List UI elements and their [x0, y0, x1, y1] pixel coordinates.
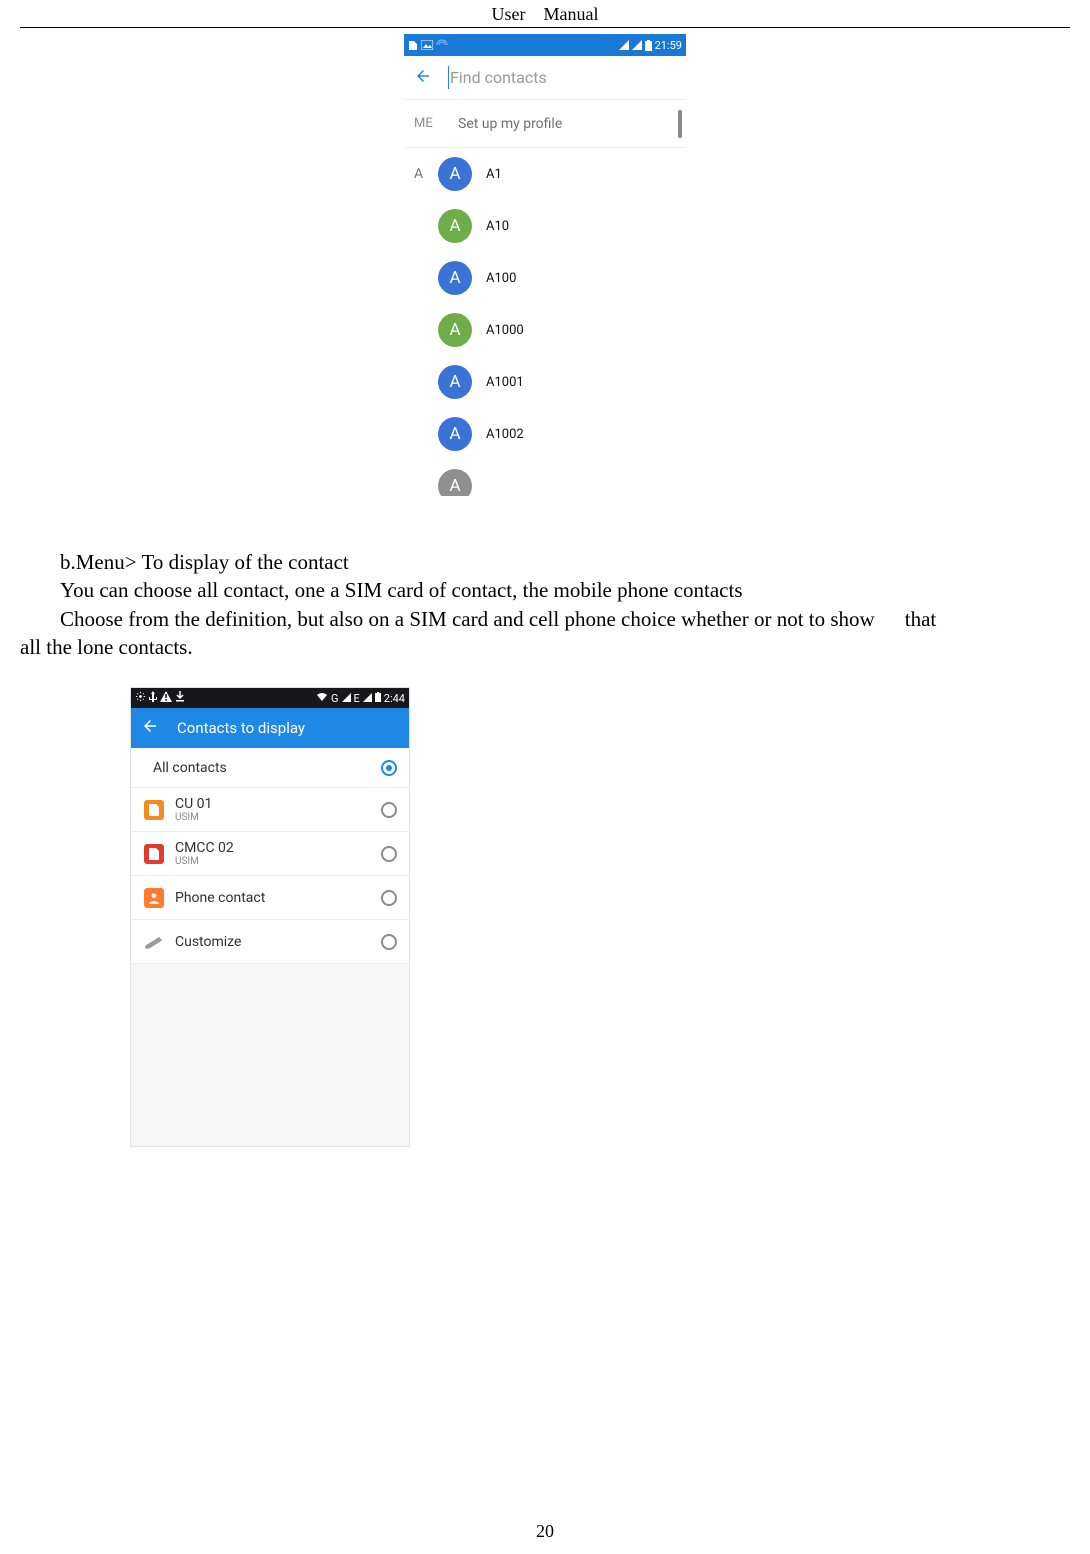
display-option-row[interactable]: CMCC 02USIM [131, 832, 409, 876]
option-sublabel: USIM [175, 812, 371, 823]
contact-icon [143, 887, 165, 909]
section-label-me: ME [414, 116, 438, 131]
status-bar: 21:59 [404, 34, 686, 56]
page-number: 20 [0, 1521, 1090, 1542]
text-cursor-icon [448, 66, 449, 89]
download-icon [175, 691, 185, 705]
contact-item[interactable]: A [438, 460, 686, 496]
body-line-2: You can choose all contact, one a SIM ca… [20, 576, 1070, 604]
network-type-2: E [354, 692, 360, 705]
radio-button[interactable] [381, 846, 397, 862]
usb-icon [149, 691, 157, 706]
option-sublabel: USIM [175, 856, 371, 867]
option-label: CMCC 02 [175, 840, 371, 856]
title-bar: Contacts to display [131, 708, 409, 748]
display-option-row[interactable]: All contacts [131, 748, 409, 788]
contact-avatar: A [438, 261, 472, 295]
contact-item[interactable]: A A1 [438, 148, 686, 200]
contact-name: A1000 [486, 323, 524, 338]
search-input[interactable]: Find contacts [450, 68, 676, 87]
broadcast-icon [436, 39, 448, 51]
search-placeholder: Find contacts [450, 68, 547, 87]
option-labels: All contacts [153, 760, 371, 776]
page-header: User Manual [20, 0, 1070, 28]
contact-avatar: A [438, 417, 472, 451]
contact-avatar: A [438, 209, 472, 243]
status-time: 21:59 [655, 39, 682, 52]
title-text: Contacts to display [177, 719, 305, 737]
signal-icon [342, 692, 351, 705]
screenshot-contacts-search: 21:59 Find contacts ME Set up my profile… [404, 34, 686, 496]
signal-icon [619, 40, 629, 50]
contact-avatar: A [438, 365, 472, 399]
signal-icon [632, 40, 642, 50]
sim-card-icon [143, 843, 165, 865]
contact-name: A10 [486, 219, 509, 234]
radio-button[interactable] [381, 934, 397, 950]
my-profile-text: Set up my profile [458, 116, 562, 132]
battery-icon [645, 40, 652, 51]
contact-name: A1002 [486, 427, 524, 442]
battery-icon [375, 692, 381, 705]
contact-avatar: A [438, 157, 472, 191]
contact-avatar: A [438, 469, 472, 496]
option-labels: Phone contact [175, 890, 371, 906]
radio-button[interactable] [381, 890, 397, 906]
contact-item[interactable]: A A1002 [438, 408, 686, 460]
option-labels: CMCC 02USIM [175, 840, 371, 867]
option-label: Phone contact [175, 890, 371, 906]
sim-card-icon [143, 799, 165, 821]
section-label-a: A [414, 148, 438, 182]
contact-item[interactable]: A A1001 [438, 356, 686, 408]
contact-avatar: A [438, 313, 472, 347]
sim-card-icon [408, 39, 418, 51]
back-arrow-icon[interactable] [414, 67, 432, 89]
contact-name: A1 [486, 167, 502, 182]
display-option-row[interactable]: Phone contact [131, 876, 409, 920]
body-line-3a: Choose from the definition, but also on … [20, 605, 905, 633]
warning-icon [160, 691, 172, 705]
option-label: Customize [175, 934, 371, 950]
image-icon [421, 40, 433, 50]
display-option-row[interactable]: CU 01USIM [131, 788, 409, 832]
contact-name: A1001 [486, 375, 524, 390]
body-line-1: b.Menu> To display of the contact [20, 548, 1070, 576]
contact-item[interactable]: A A10 [438, 200, 686, 252]
display-option-row[interactable]: Customize [131, 920, 409, 964]
screenshot-contacts-to-display: G E 2:44 Contacts to display All contact… [130, 687, 410, 1147]
option-label: All contacts [153, 760, 371, 776]
contacts-group: A A A1 A A10 A A100 A A1000 A A1001 A A1002 A [404, 148, 686, 496]
status-time: 2:44 [384, 692, 405, 705]
customize-icon [143, 931, 165, 953]
radio-button[interactable] [381, 802, 397, 818]
wifi-icon [316, 692, 328, 705]
body-line-4: all the lone contacts. [20, 633, 1070, 661]
back-arrow-icon[interactable] [141, 717, 159, 739]
scroll-handle[interactable] [678, 110, 682, 138]
contact-item[interactable]: A A1000 [438, 304, 686, 356]
option-labels: Customize [175, 934, 371, 950]
body-line-3b: that [905, 605, 937, 633]
signal-icon [363, 692, 372, 705]
network-type: G [331, 692, 339, 705]
body-text: b.Menu> To display of the contact You ca… [20, 548, 1070, 661]
contact-item[interactable]: A A100 [438, 252, 686, 304]
my-profile-row[interactable]: ME Set up my profile [404, 100, 686, 148]
search-row[interactable]: Find contacts [404, 56, 686, 100]
contact-name: A100 [486, 271, 516, 286]
option-label: CU 01 [175, 796, 371, 812]
radio-button[interactable] [381, 760, 397, 776]
settings-icon [135, 691, 146, 705]
status-bar: G E 2:44 [131, 688, 409, 708]
option-labels: CU 01USIM [175, 796, 371, 823]
